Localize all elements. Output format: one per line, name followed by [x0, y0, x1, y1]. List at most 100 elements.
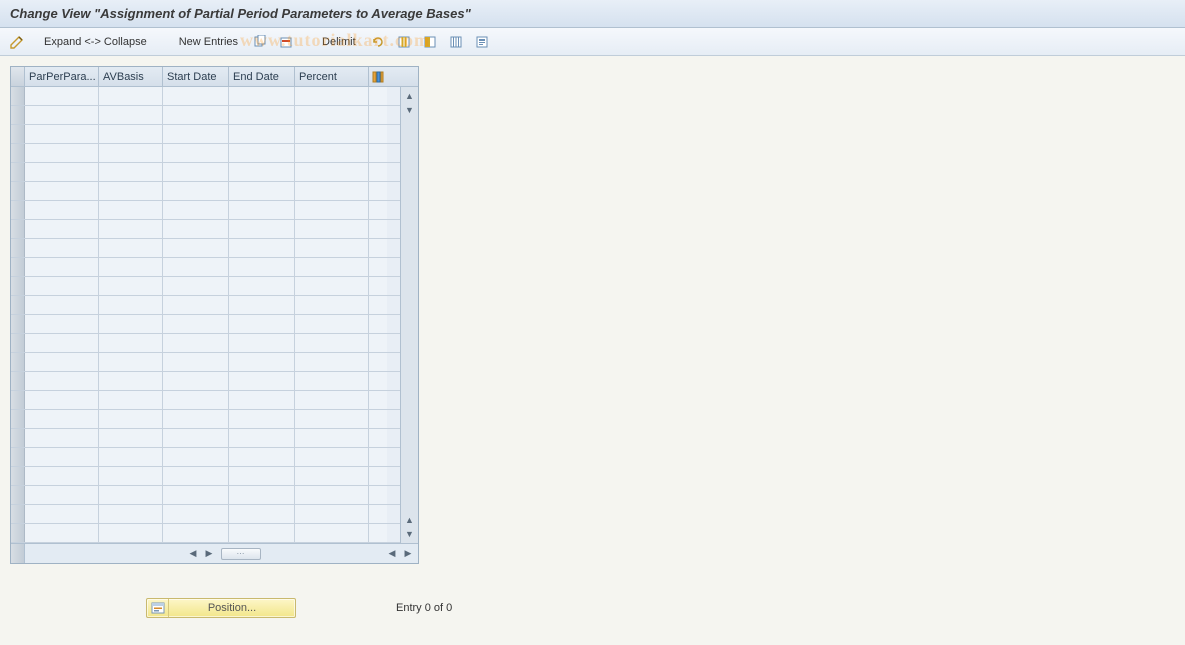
table-cell[interactable] — [229, 163, 295, 181]
table-cell[interactable] — [25, 163, 99, 181]
table-cell[interactable] — [99, 315, 163, 333]
table-cell[interactable] — [99, 220, 163, 238]
select-block-icon[interactable] — [420, 33, 440, 51]
row-selector[interactable] — [11, 125, 25, 143]
table-cell[interactable] — [163, 87, 229, 105]
scroll-left-first[interactable]: ◀ — [186, 547, 200, 561]
table-cell[interactable] — [295, 277, 369, 295]
horizontal-scrollbar[interactable]: ◀ ▶ ⋯ ◀ ▶ — [25, 547, 418, 561]
table-cell[interactable] — [99, 201, 163, 219]
row-selector[interactable] — [11, 201, 25, 219]
table-cell[interactable] — [229, 486, 295, 504]
table-cell[interactable] — [25, 505, 99, 523]
table-cell[interactable] — [163, 315, 229, 333]
row-selector[interactable] — [11, 429, 25, 447]
table-cell[interactable] — [99, 334, 163, 352]
table-cell[interactable] — [295, 486, 369, 504]
table-cell[interactable] — [229, 505, 295, 523]
table-cell[interactable] — [163, 334, 229, 352]
table-cell[interactable] — [99, 524, 163, 542]
row-selector[interactable] — [11, 524, 25, 542]
table-cell[interactable] — [99, 429, 163, 447]
table-cell[interactable] — [295, 201, 369, 219]
table-cell[interactable] — [25, 201, 99, 219]
table-cell[interactable] — [229, 239, 295, 257]
configure-columns-icon[interactable] — [369, 67, 387, 86]
table-cell[interactable] — [25, 125, 99, 143]
table-cell[interactable] — [295, 429, 369, 447]
table-cell[interactable] — [229, 315, 295, 333]
table-cell[interactable] — [163, 163, 229, 181]
undo-change-icon[interactable] — [368, 33, 388, 51]
table-cell[interactable] — [163, 239, 229, 257]
table-cell[interactable] — [163, 524, 229, 542]
table-cell[interactable] — [163, 448, 229, 466]
deselect-all-icon[interactable] — [446, 33, 466, 51]
expand-collapse-button[interactable]: Expand <-> Collapse — [38, 34, 153, 50]
column-header[interactable]: ParPerPara... — [25, 67, 99, 86]
table-cell[interactable] — [25, 353, 99, 371]
table-cell[interactable] — [25, 429, 99, 447]
table-cell[interactable] — [25, 524, 99, 542]
row-selector[interactable] — [11, 448, 25, 466]
column-header[interactable]: End Date — [229, 67, 295, 86]
table-cell[interactable] — [229, 410, 295, 428]
hscroll-thumb[interactable]: ⋯ — [221, 548, 261, 560]
table-cell[interactable] — [229, 87, 295, 105]
new-entries-button[interactable]: New Entries — [173, 34, 244, 50]
row-selector[interactable] — [11, 353, 25, 371]
table-cell[interactable] — [295, 448, 369, 466]
scroll-down-arrow-bottom[interactable]: ▼ — [403, 527, 417, 541]
table-cell[interactable] — [25, 448, 99, 466]
table-cell[interactable] — [25, 144, 99, 162]
table-cell[interactable] — [295, 410, 369, 428]
table-cell[interactable] — [229, 258, 295, 276]
table-cell[interactable] — [25, 372, 99, 390]
table-cell[interactable] — [25, 410, 99, 428]
table-cell[interactable] — [99, 372, 163, 390]
select-all-icon[interactable] — [394, 33, 414, 51]
table-cell[interactable] — [25, 486, 99, 504]
row-selector[interactable] — [11, 334, 25, 352]
table-cell[interactable] — [25, 239, 99, 257]
table-cell[interactable] — [295, 353, 369, 371]
table-cell[interactable] — [229, 125, 295, 143]
row-selector[interactable] — [11, 258, 25, 276]
row-selector[interactable] — [11, 163, 25, 181]
table-cell[interactable] — [99, 467, 163, 485]
table-cell[interactable] — [295, 144, 369, 162]
row-selector[interactable] — [11, 182, 25, 200]
table-cell[interactable] — [99, 391, 163, 409]
table-cell[interactable] — [295, 315, 369, 333]
row-selector[interactable] — [11, 505, 25, 523]
table-cell[interactable] — [295, 296, 369, 314]
table-cell[interactable] — [295, 87, 369, 105]
column-header[interactable]: AVBasis — [99, 67, 163, 86]
table-cell[interactable] — [229, 524, 295, 542]
table-cell[interactable] — [163, 296, 229, 314]
row-selector[interactable] — [11, 486, 25, 504]
table-cell[interactable] — [229, 277, 295, 295]
table-cell[interactable] — [163, 505, 229, 523]
table-cell[interactable] — [25, 296, 99, 314]
row-selector[interactable] — [11, 87, 25, 105]
table-cell[interactable] — [229, 467, 295, 485]
table-cell[interactable] — [163, 182, 229, 200]
table-cell[interactable] — [163, 220, 229, 238]
table-cell[interactable] — [163, 410, 229, 428]
table-cell[interactable] — [229, 391, 295, 409]
row-selector[interactable] — [11, 296, 25, 314]
table-cell[interactable] — [295, 125, 369, 143]
row-selector[interactable] — [11, 372, 25, 390]
table-cell[interactable] — [25, 467, 99, 485]
row-selector[interactable] — [11, 277, 25, 295]
table-cell[interactable] — [295, 239, 369, 257]
table-cell[interactable] — [295, 220, 369, 238]
table-cell[interactable] — [163, 429, 229, 447]
row-selector[interactable] — [11, 220, 25, 238]
table-cell[interactable] — [25, 315, 99, 333]
table-cell[interactable] — [295, 505, 369, 523]
table-cell[interactable] — [295, 467, 369, 485]
table-cell[interactable] — [99, 182, 163, 200]
table-cell[interactable] — [163, 201, 229, 219]
